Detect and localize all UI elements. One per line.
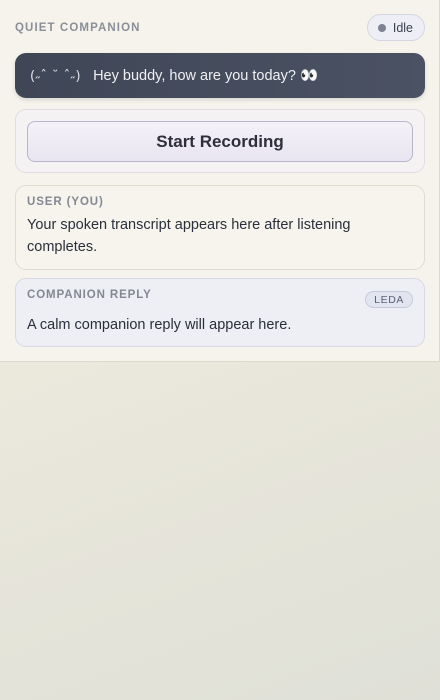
speech-text: Hey buddy, how are you today? 👀: [93, 68, 319, 84]
kaomoji-face: (˶ˆ ˘ ˆ˶): [30, 68, 82, 84]
status-dot-icon: [377, 23, 386, 32]
companion-panel: QUIET COMPANION Idle (˶ˆ ˘ ˆ˶) Hey buddy…: [0, 0, 440, 362]
voice-badge: LEDA: [365, 291, 413, 308]
speech-bubble: (˶ˆ ˘ ˆ˶) Hey buddy, how are you today? …: [15, 53, 425, 98]
user-card-label: USER (YOU): [27, 196, 104, 208]
companion-reply-text: A calm companion reply will appear here.: [27, 317, 292, 333]
reply-card-label: COMPANION REPLY: [27, 289, 152, 301]
status-badge: Idle: [366, 14, 425, 41]
header: QUIET COMPANION Idle: [15, 14, 425, 42]
status-text: Idle: [392, 20, 413, 35]
user-transcript-text: Your spoken transcript appears here afte…: [27, 217, 351, 255]
companion-reply-card: COMPANION REPLY LEDA A calm companion re…: [15, 278, 425, 347]
start-recording-button[interactable]: Start Recording: [27, 121, 413, 162]
recording-card: Start Recording: [15, 109, 425, 173]
app-title: QUIET COMPANION: [15, 22, 141, 34]
user-transcript-card: USER (YOU) Your spoken transcript appear…: [15, 185, 425, 270]
